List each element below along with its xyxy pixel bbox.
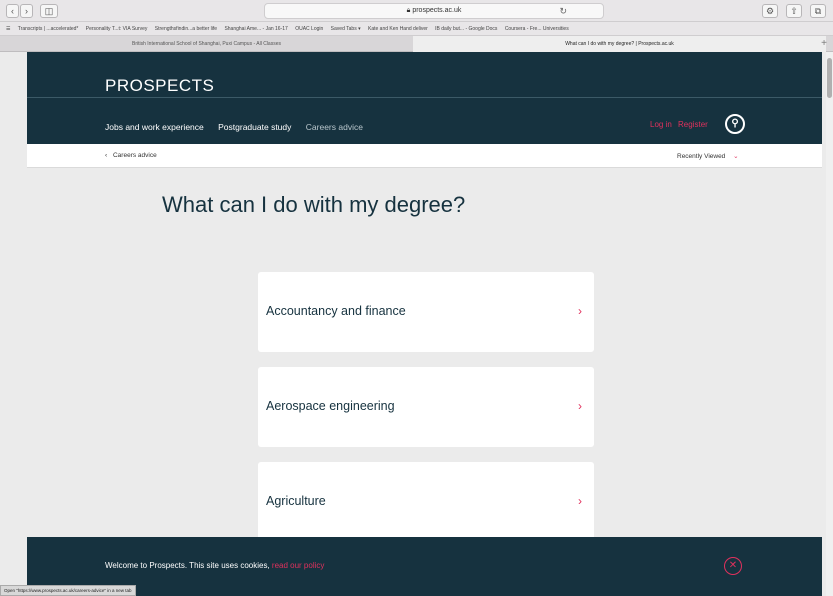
account-links: Log in Register xyxy=(650,120,708,129)
tab-strip: British International School of Shanghai… xyxy=(0,36,833,52)
close-icon[interactable]: ✕ xyxy=(724,557,742,575)
cookie-message: Welcome to Prospects. This site uses coo… xyxy=(105,561,324,570)
site-header: PROSPECTS Jobs and work experience Postg… xyxy=(27,52,822,144)
back-icon[interactable]: ‹ xyxy=(6,4,19,18)
reload-icon[interactable]: ↻ xyxy=(559,4,567,18)
lock-icon: 🔒︎ xyxy=(406,7,411,14)
bookmark-item[interactable]: Personality T...t: VIA Survey xyxy=(86,26,148,32)
bookmark-item[interactable]: OUAC Login xyxy=(295,26,323,32)
subject-card-accountancy[interactable]: Accountancy and finance › xyxy=(258,272,594,352)
breadcrumb-bar: ‹ Careers advice Recently Viewed ⌄ xyxy=(27,144,822,168)
breadcrumb[interactable]: ‹ Careers advice xyxy=(105,152,157,159)
address-bar[interactable]: 🔒︎ prospects.ac.uk ↻ xyxy=(264,3,604,19)
chevron-right-icon: › xyxy=(578,494,582,508)
bookmarks-bar: ☰ Transcripts | ...accelerated* Personal… xyxy=(0,22,833,36)
cookie-text: Welcome to Prospects. This site uses coo… xyxy=(105,561,270,570)
add-tab-icon[interactable]: + xyxy=(821,38,827,49)
cookie-policy-link[interactable]: read our policy xyxy=(272,561,324,570)
bookmark-item[interactable]: Strengthsfindin...a better life xyxy=(155,26,217,32)
browser-toolbar: ‹ › ◫ 🔒︎ prospects.ac.uk ↻ ⚙ ⇧ ⧉ xyxy=(0,0,833,22)
bookmark-item[interactable]: Saved Tabs ▾ xyxy=(331,26,361,32)
sidebar-icon[interactable]: ◫ xyxy=(40,4,58,18)
bookmark-item[interactable]: Transcripts | ...accelerated* xyxy=(18,26,79,32)
login-link[interactable]: Log in xyxy=(650,120,672,129)
bookmark-item[interactable]: IB daily but... - Google Docs xyxy=(435,26,497,32)
nav-jobs[interactable]: Jobs and work experience xyxy=(105,122,204,132)
scroll-thumb[interactable] xyxy=(827,58,832,98)
subject-label: Aerospace engineering xyxy=(266,399,395,413)
bookmark-item[interactable]: Shanghai Ame... - Jan 16-17 xyxy=(224,26,287,32)
chevron-right-icon: › xyxy=(578,304,582,318)
nav-careers-advice[interactable]: Careers advice xyxy=(306,122,363,132)
tab-bis-shanghai[interactable]: British International School of Shanghai… xyxy=(0,36,413,52)
breadcrumb-careers-advice[interactable]: Careers advice xyxy=(113,152,157,159)
bookmark-item[interactable]: Coursera - Fre... Universities xyxy=(505,26,569,32)
bookmarks-menu-icon[interactable]: ☰ xyxy=(6,26,10,32)
recently-viewed-dropdown[interactable]: Recently Viewed ⌄ xyxy=(677,152,739,160)
scrollbar[interactable] xyxy=(826,52,833,596)
prospects-logo[interactable]: PROSPECTS xyxy=(105,76,214,96)
recently-viewed-label: Recently Viewed xyxy=(677,153,726,160)
forward-icon[interactable]: › xyxy=(20,4,33,18)
main-nav: Jobs and work experience Postgraduate st… xyxy=(105,122,375,132)
subject-label: Accountancy and finance xyxy=(266,304,406,318)
header-divider xyxy=(27,97,822,98)
settings-icon[interactable]: ⚙ xyxy=(762,4,778,18)
share-icon[interactable]: ⇧ xyxy=(786,4,802,18)
chevron-right-icon: › xyxy=(578,399,582,413)
link-status-tooltip: Open "https://www.prospects.ac.uk/career… xyxy=(0,585,136,596)
bookmark-item[interactable]: Kate and Ken Hand deliver xyxy=(368,26,428,32)
chevron-left-icon: ‹ xyxy=(105,152,108,159)
subject-card-aerospace[interactable]: Aerospace engineering › xyxy=(258,367,594,447)
chevron-down-icon: ⌄ xyxy=(733,153,739,160)
subject-card-agriculture[interactable]: Agriculture › xyxy=(258,462,594,542)
cookie-banner: Welcome to Prospects. This site uses coo… xyxy=(27,537,822,596)
url-text: prospects.ac.uk xyxy=(412,7,462,14)
search-icon[interactable]: ⚲ xyxy=(725,114,745,134)
tab-prospects[interactable]: What can I do with my degree? | Prospect… xyxy=(413,36,826,52)
new-window-icon[interactable]: ⧉ xyxy=(810,4,826,18)
page-title: What can I do with my degree? xyxy=(162,192,466,217)
register-link[interactable]: Register xyxy=(678,120,708,129)
subject-label: Agriculture xyxy=(266,494,326,508)
nav-postgraduate[interactable]: Postgraduate study xyxy=(218,122,291,132)
